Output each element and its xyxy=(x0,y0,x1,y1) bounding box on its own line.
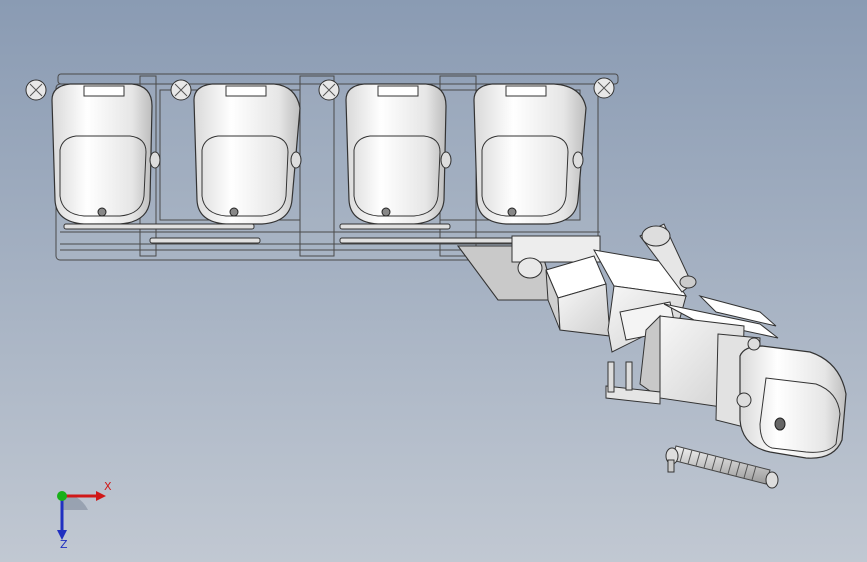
cup-module xyxy=(193,83,302,225)
tension-spring xyxy=(665,445,779,489)
cup-module xyxy=(345,83,452,225)
x-axis-label: X xyxy=(104,480,112,493)
cad-viewport[interactable] xyxy=(0,0,867,562)
guide-rod xyxy=(339,223,451,230)
z-axis-label: Z xyxy=(60,538,68,550)
guide-rod xyxy=(63,223,255,230)
guide-rod xyxy=(149,237,261,244)
adjuster-knob xyxy=(318,79,340,101)
adjuster-knob xyxy=(25,79,47,101)
adjuster-knob xyxy=(170,79,192,101)
cup-module xyxy=(51,83,161,225)
y-axis-dot xyxy=(57,491,67,501)
orientation-triad: X Z xyxy=(57,480,112,550)
adjuster-knob xyxy=(593,77,615,99)
pivot-boss xyxy=(517,257,543,279)
cup-module xyxy=(473,83,587,225)
end-effector-cup xyxy=(736,337,847,459)
